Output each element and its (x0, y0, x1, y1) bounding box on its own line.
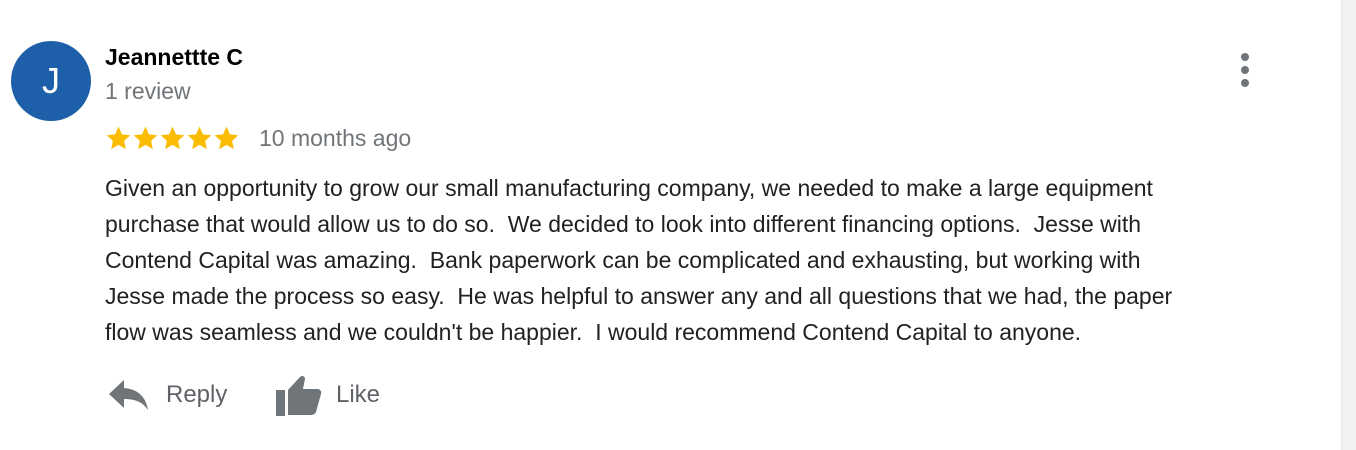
star-icon (106, 126, 131, 149)
author-name[interactable]: Jeannettte C (105, 43, 243, 71)
star-rating (105, 125, 245, 152)
more-options-button[interactable] (1230, 50, 1260, 90)
reply-arrow-icon (109, 380, 148, 410)
like-label: Like (336, 381, 381, 408)
review-text: Given an opportunity to grow our small m… (105, 175, 1173, 345)
star-icon (160, 126, 185, 149)
rating-row: 10 months ago (105, 120, 411, 156)
star-icon (133, 126, 158, 149)
review-count[interactable]: 1 review (105, 77, 191, 105)
review-card: J Jeannettte C 1 review 10 months ago Gi… (0, 0, 1356, 450)
reply-label: Reply (166, 381, 228, 408)
thumbs-up-icon (276, 375, 322, 416)
more-vertical-icon-dot (1241, 66, 1249, 74)
like-button[interactable]: Like (274, 370, 380, 420)
avatar-initial: J (42, 60, 60, 101)
star-icon (214, 126, 239, 149)
review-date: 10 months ago (259, 125, 412, 151)
star-icon (187, 126, 212, 149)
more-vertical-icon (1241, 53, 1249, 61)
more-vertical-icon-dot (1241, 79, 1249, 87)
avatar[interactable]: J (11, 41, 91, 121)
scrollbar[interactable] (1341, 0, 1356, 450)
reply-button[interactable]: Reply (108, 370, 227, 420)
